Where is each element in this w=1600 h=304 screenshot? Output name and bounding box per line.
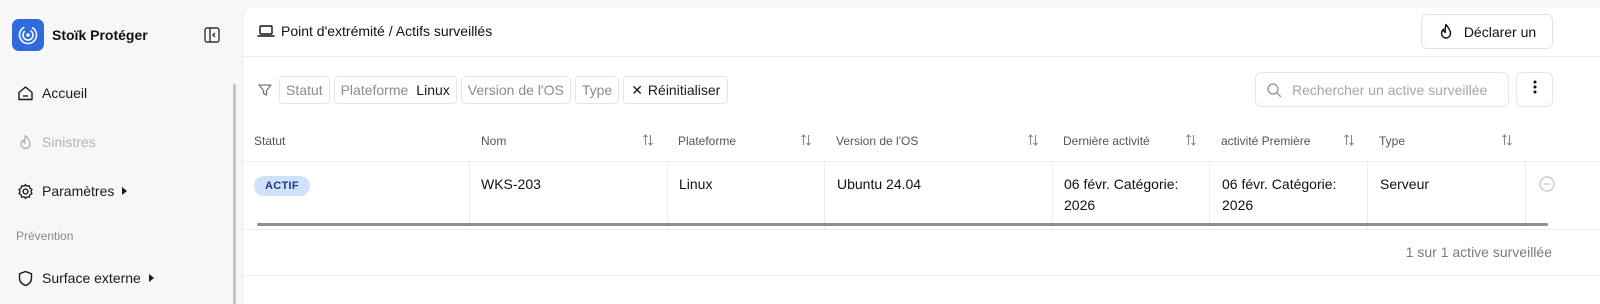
table-footer: 1 sur 1 active surveillée	[243, 230, 1600, 276]
cell-first-activity: 06 févr. Catégorie: 2026	[1222, 176, 1337, 213]
laptop-icon	[257, 23, 275, 39]
sort-icon[interactable]	[1027, 133, 1039, 147]
sidebar-item-label: Paramètres	[42, 183, 115, 199]
sidebar-scrollbar[interactable]	[233, 84, 236, 304]
more-vertical-icon	[1533, 80, 1537, 99]
sort-icon[interactable]	[1343, 133, 1355, 147]
sidebar-item-parametres[interactable]: Paramètres	[16, 182, 128, 200]
search-icon	[1266, 82, 1282, 98]
sidebar-collapse-icon[interactable]	[203, 26, 221, 44]
table-header: Statut Nom Plateforme Version de l'OS De…	[243, 120, 1600, 162]
caret-right-icon	[148, 274, 154, 282]
sidebar-item-sinistres[interactable]: Sinistres	[16, 133, 96, 151]
more-options-button[interactable]	[1516, 72, 1553, 107]
column-header-activite-premiere[interactable]: activité Première	[1221, 120, 1310, 162]
search-box[interactable]	[1255, 72, 1509, 107]
filter-label: Version de l'OS	[467, 82, 564, 98]
gear-icon	[16, 182, 34, 200]
section-label-prevention: Prévention	[16, 229, 74, 243]
search-input[interactable]	[1292, 81, 1502, 98]
cell-last-activity: 06 févr. Catégorie: 2026	[1064, 176, 1179, 213]
sidebar-item-label: Sinistres	[42, 134, 96, 150]
breadcrumb: Point d'extrémité / Actifs surveillés	[257, 23, 492, 39]
column-divider	[1367, 162, 1368, 230]
column-header-version-os[interactable]: Version de l'OS	[836, 120, 918, 162]
cell-type: Serveur	[1380, 176, 1430, 192]
brand-name: Stoïk Protéger	[52, 27, 148, 43]
flame-icon	[16, 133, 34, 151]
shield-icon	[16, 269, 34, 287]
column-header-type[interactable]: Type	[1379, 120, 1405, 162]
sidebar-item-label: Accueil	[42, 85, 88, 101]
remove-circle-icon[interactable]	[1539, 176, 1555, 192]
declare-button-label: Déclarer un	[1463, 23, 1537, 40]
cell-platform: Linux	[679, 176, 713, 192]
filter-type[interactable]: Type	[574, 76, 620, 104]
top-bar: Point d'extrémité / Actifs surveillés Dé…	[243, 8, 1600, 57]
reset-filters-button[interactable]: ✕ Réinitialiser	[623, 76, 729, 104]
filter-version-os[interactable]: Version de l'OS	[460, 76, 571, 104]
sort-icon[interactable]	[800, 133, 812, 147]
caret-right-icon	[122, 187, 128, 195]
sort-icon[interactable]	[1185, 133, 1197, 147]
filter-statut[interactable]: Statut	[279, 76, 330, 104]
column-header-derniere-activite[interactable]: Dernière activité	[1063, 120, 1150, 162]
column-header-plateforme[interactable]: Plateforme	[678, 120, 736, 162]
declare-button[interactable]: Déclarer un	[1421, 14, 1553, 49]
column-divider	[1525, 162, 1526, 230]
filter-label: Statut	[286, 82, 323, 98]
sort-icon[interactable]	[1501, 133, 1513, 147]
column-divider	[1209, 162, 1210, 230]
close-icon: ✕	[631, 81, 643, 98]
table-horizontal-scrollbar[interactable]	[257, 223, 1548, 226]
sidebar-item-surface-externe[interactable]: Surface externe	[16, 269, 154, 287]
brand[interactable]: Stoïk Protéger	[12, 19, 148, 51]
filter-bar: Statut Plateforme Linux Version de l'OS T…	[257, 76, 732, 104]
sidebar-item-accueil[interactable]: Accueil	[16, 84, 87, 102]
filter-plateforme[interactable]: Plateforme Linux	[333, 76, 457, 104]
cell-os-version: Ubuntu 24.04	[837, 176, 922, 192]
cell-name: WKS-203	[481, 176, 541, 192]
column-header-statut[interactable]: Statut	[254, 120, 285, 162]
app: Stoïk Protéger Accueil Sinistres Paramèt…	[0, 0, 1600, 304]
stoik-logo-icon	[12, 19, 44, 51]
filter-label: Plateforme	[340, 82, 409, 98]
sidebar-item-label: Surface externe	[42, 270, 141, 286]
home-icon	[16, 84, 34, 102]
column-header-nom[interactable]: Nom	[481, 120, 506, 162]
table-row[interactable]: ACTIF WKS-203 Linux Ubuntu 24.04 06 févr…	[243, 162, 1600, 230]
sort-icon[interactable]	[642, 133, 654, 147]
column-divider	[824, 162, 825, 230]
status-badge: ACTIF	[254, 176, 310, 196]
filter-value: Linux	[416, 82, 450, 98]
main-panel: Point d'extrémité / Actifs surveillés Dé…	[242, 8, 1600, 304]
column-divider	[667, 162, 668, 230]
flame-icon	[1438, 23, 1454, 41]
column-divider	[1052, 162, 1053, 230]
breadcrumb-text: Point d'extrémité / Actifs surveillés	[281, 23, 493, 39]
column-divider	[469, 162, 470, 230]
sidebar: Stoïk Protéger Accueil Sinistres Paramèt…	[0, 0, 240, 304]
result-count: 1 sur 1 active surveillée	[1405, 244, 1552, 260]
filter-label: Type	[581, 82, 613, 98]
filter-icon[interactable]	[257, 82, 273, 98]
reset-label: Réinitialiser	[647, 82, 721, 98]
